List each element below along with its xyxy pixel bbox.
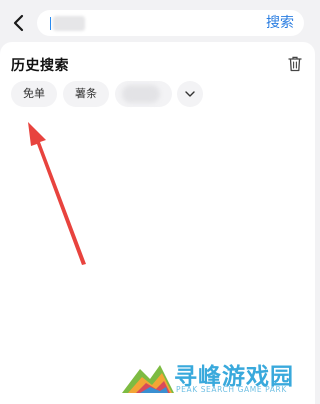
search-box[interactable]: 搜索 — [37, 10, 304, 36]
history-title: 历史搜索 — [11, 58, 69, 74]
watermark: 寻峰游戏园 PEAK SEARCH GAME PARK — [120, 355, 315, 400]
history-chip-label: 免单 — [23, 87, 45, 100]
redacted-chip-content — [122, 85, 160, 103]
history-chip-redacted[interactable] — [115, 81, 172, 107]
search-input[interactable] — [49, 13, 249, 33]
history-chip-label: 薯条 — [75, 87, 97, 100]
back-button[interactable] — [6, 9, 32, 37]
search-button[interactable]: 搜索 — [266, 14, 294, 32]
history-chip[interactable]: 薯条 — [63, 81, 109, 107]
top-bar: 搜索 — [0, 0, 315, 46]
history-panel: 历史搜索 免单 薯条 — [0, 42, 315, 404]
watermark-logo — [122, 365, 174, 393]
chevron-left-icon — [13, 14, 24, 32]
watermark-subtitle: PEAK SEARCH GAME PARK — [176, 385, 287, 394]
expand-history-button[interactable] — [177, 81, 203, 107]
chevron-down-icon — [185, 91, 195, 97]
trash-icon[interactable] — [287, 55, 303, 72]
history-chip[interactable]: 免单 — [11, 81, 57, 107]
text-caret — [50, 17, 51, 30]
